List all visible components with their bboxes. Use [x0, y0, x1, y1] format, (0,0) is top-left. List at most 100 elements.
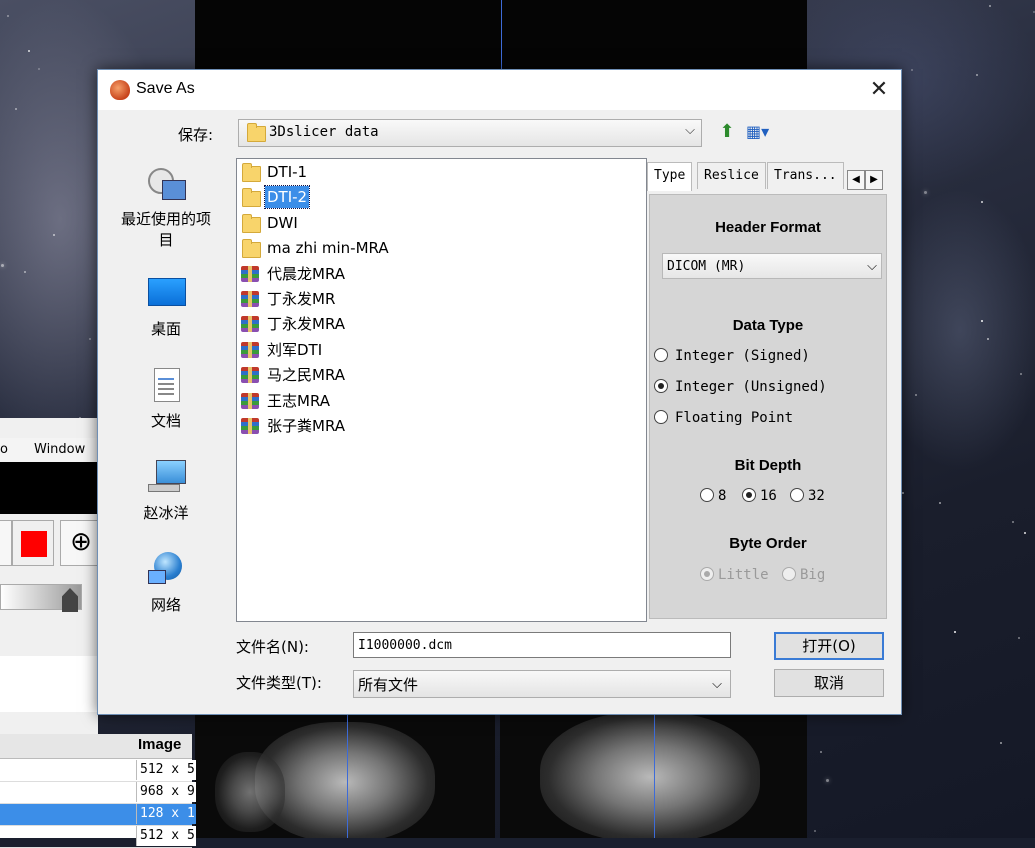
radio-circle	[790, 488, 804, 502]
file-name: DTI-1	[267, 163, 308, 181]
color-swatch-button[interactable]	[12, 520, 54, 566]
grid-tool-button[interactable]	[0, 520, 12, 566]
file-name: 丁永发MRA	[267, 315, 346, 334]
recent-places-icon	[146, 166, 186, 202]
star	[820, 751, 822, 753]
file-name: 张子粪MRA	[267, 417, 346, 435]
computer-icon	[146, 460, 186, 496]
radio-circle	[654, 348, 668, 362]
slice-crosshair-line	[501, 0, 502, 70]
place-network[interactable]: 网络	[114, 552, 218, 615]
radio-circle	[654, 410, 668, 424]
table-row[interactable]: 128 x 1	[0, 804, 196, 826]
tab-type[interactable]: Type	[647, 162, 693, 191]
radio-circle	[782, 567, 796, 581]
data-type-title: Data Type	[732, 317, 804, 334]
chevron-down-icon: ⌵	[685, 123, 695, 138]
cancel-button[interactable]: 取消	[774, 669, 884, 697]
star	[814, 830, 816, 832]
file-list-item[interactable]: 代晨龙MRA	[241, 263, 621, 285]
table-row[interactable]: 512 x 5	[0, 826, 196, 848]
open-button[interactable]: 打开(O)	[774, 632, 884, 660]
view-menu-icon[interactable]: ▦▾	[746, 120, 778, 144]
bit-depth-title: Bit Depth	[734, 457, 802, 474]
folder-icon	[242, 188, 261, 208]
tab-scroll-right-icon[interactable]: ▶	[865, 170, 883, 190]
menu-item-window[interactable]: Window	[34, 438, 85, 462]
star	[1024, 532, 1026, 534]
close-icon[interactable]: ✕	[866, 78, 892, 102]
app-icon	[110, 80, 130, 100]
folder-icon	[247, 123, 266, 142]
tab-trans[interactable]: Trans...	[767, 162, 844, 189]
chevron-down-icon: ⌵	[867, 259, 877, 274]
tab-scroll-left-icon[interactable]: ◀	[847, 170, 865, 190]
save-in-combo[interactable]: 3Dslicer data ⌵	[238, 119, 702, 147]
byte-order-title: Byte Order	[729, 535, 807, 552]
file-list[interactable]: DTI-1 DTI-2 DWI ma zhi min-MRA 代晨龙MRA 丁永发MR 丁永…	[236, 158, 647, 622]
file-list-item[interactable]: 马之民MRA	[241, 364, 621, 386]
file-list-item[interactable]: DTI-2	[241, 185, 621, 210]
file-list-item[interactable]: 丁永发MR	[241, 288, 621, 310]
file-name: 丁永发MR	[267, 290, 336, 308]
archive-icon	[241, 367, 259, 384]
file-list-item[interactable]: ma zhi min-MRA	[241, 237, 621, 259]
star	[15, 108, 17, 110]
options-tabbar: Type Reslice Trans... ◀ ▶	[647, 162, 885, 191]
scan-image	[540, 712, 760, 838]
slice-viewer-bottom-left[interactable]	[195, 712, 495, 838]
star	[1000, 742, 1002, 744]
place-computer[interactable]: 赵冰洋	[114, 460, 218, 523]
scan-image	[215, 752, 285, 832]
archive-icon	[241, 316, 259, 333]
star	[939, 502, 941, 504]
file-list-item[interactable]: 刘军DTI	[241, 339, 621, 361]
tab-reslice[interactable]: Reslice	[697, 162, 766, 189]
file-list-item[interactable]: 张子粪MRA	[241, 415, 621, 437]
star	[53, 234, 55, 236]
archive-icon	[241, 291, 259, 307]
file-type-select[interactable]: 所有文件 ⌵	[353, 670, 731, 698]
place-desktop[interactable]: 桌面	[114, 276, 218, 339]
archive-icon	[241, 418, 259, 434]
star	[89, 338, 91, 340]
dialog-titlebar[interactable]: Save As ✕	[98, 70, 901, 110]
place-documents[interactable]: 文档	[114, 368, 218, 431]
table-header: Image	[0, 734, 192, 759]
options-panel: Header Format DICOM (MR) ⌵ Data Type Int…	[649, 194, 887, 619]
file-name-input[interactable]: I1000000.dcm	[353, 632, 731, 658]
slice-viewer-top[interactable]	[195, 0, 807, 70]
star	[989, 5, 991, 7]
save-in-label: 保存:	[178, 126, 214, 144]
star	[28, 50, 30, 52]
zoom-icon[interactable]: ⊕	[60, 520, 102, 566]
star	[7, 15, 9, 17]
file-type-label: 文件类型(T):	[236, 674, 322, 692]
save-in-value: 3Dslicer data	[269, 124, 379, 140]
star	[38, 68, 40, 70]
up-folder-icon[interactable]: ⬆	[716, 120, 738, 144]
table-row[interactable]: 512 x 5	[0, 760, 196, 782]
file-list-item[interactable]: DTI-1	[241, 161, 621, 183]
table-cell: 512 x 5	[136, 826, 196, 846]
table-cell: 128 x 1	[136, 804, 196, 824]
file-list-item[interactable]: 王志MRA	[241, 390, 621, 412]
desktop-icon	[146, 276, 186, 312]
star	[1012, 521, 1014, 523]
file-list-item[interactable]: 丁永发MRA	[241, 313, 621, 335]
star	[1020, 373, 1022, 375]
folder-icon	[242, 239, 261, 259]
table-row[interactable]: 968 x 9	[0, 782, 196, 804]
file-name: 刘军DTI	[267, 340, 323, 359]
file-name: 王志MRA	[267, 391, 331, 410]
star	[1018, 637, 1020, 639]
folder-icon	[242, 213, 261, 233]
menu-item-partial[interactable]: o	[0, 438, 8, 462]
star	[981, 320, 983, 322]
place-recent[interactable]: 最近使用的项目	[114, 166, 218, 250]
file-list-item[interactable]: DWI	[241, 212, 621, 234]
slice-viewer-bottom-right[interactable]	[500, 712, 807, 838]
star	[902, 492, 904, 494]
file-name-label: 文件名(N):	[236, 638, 309, 656]
header-format-select[interactable]: DICOM (MR) ⌵	[662, 253, 882, 279]
